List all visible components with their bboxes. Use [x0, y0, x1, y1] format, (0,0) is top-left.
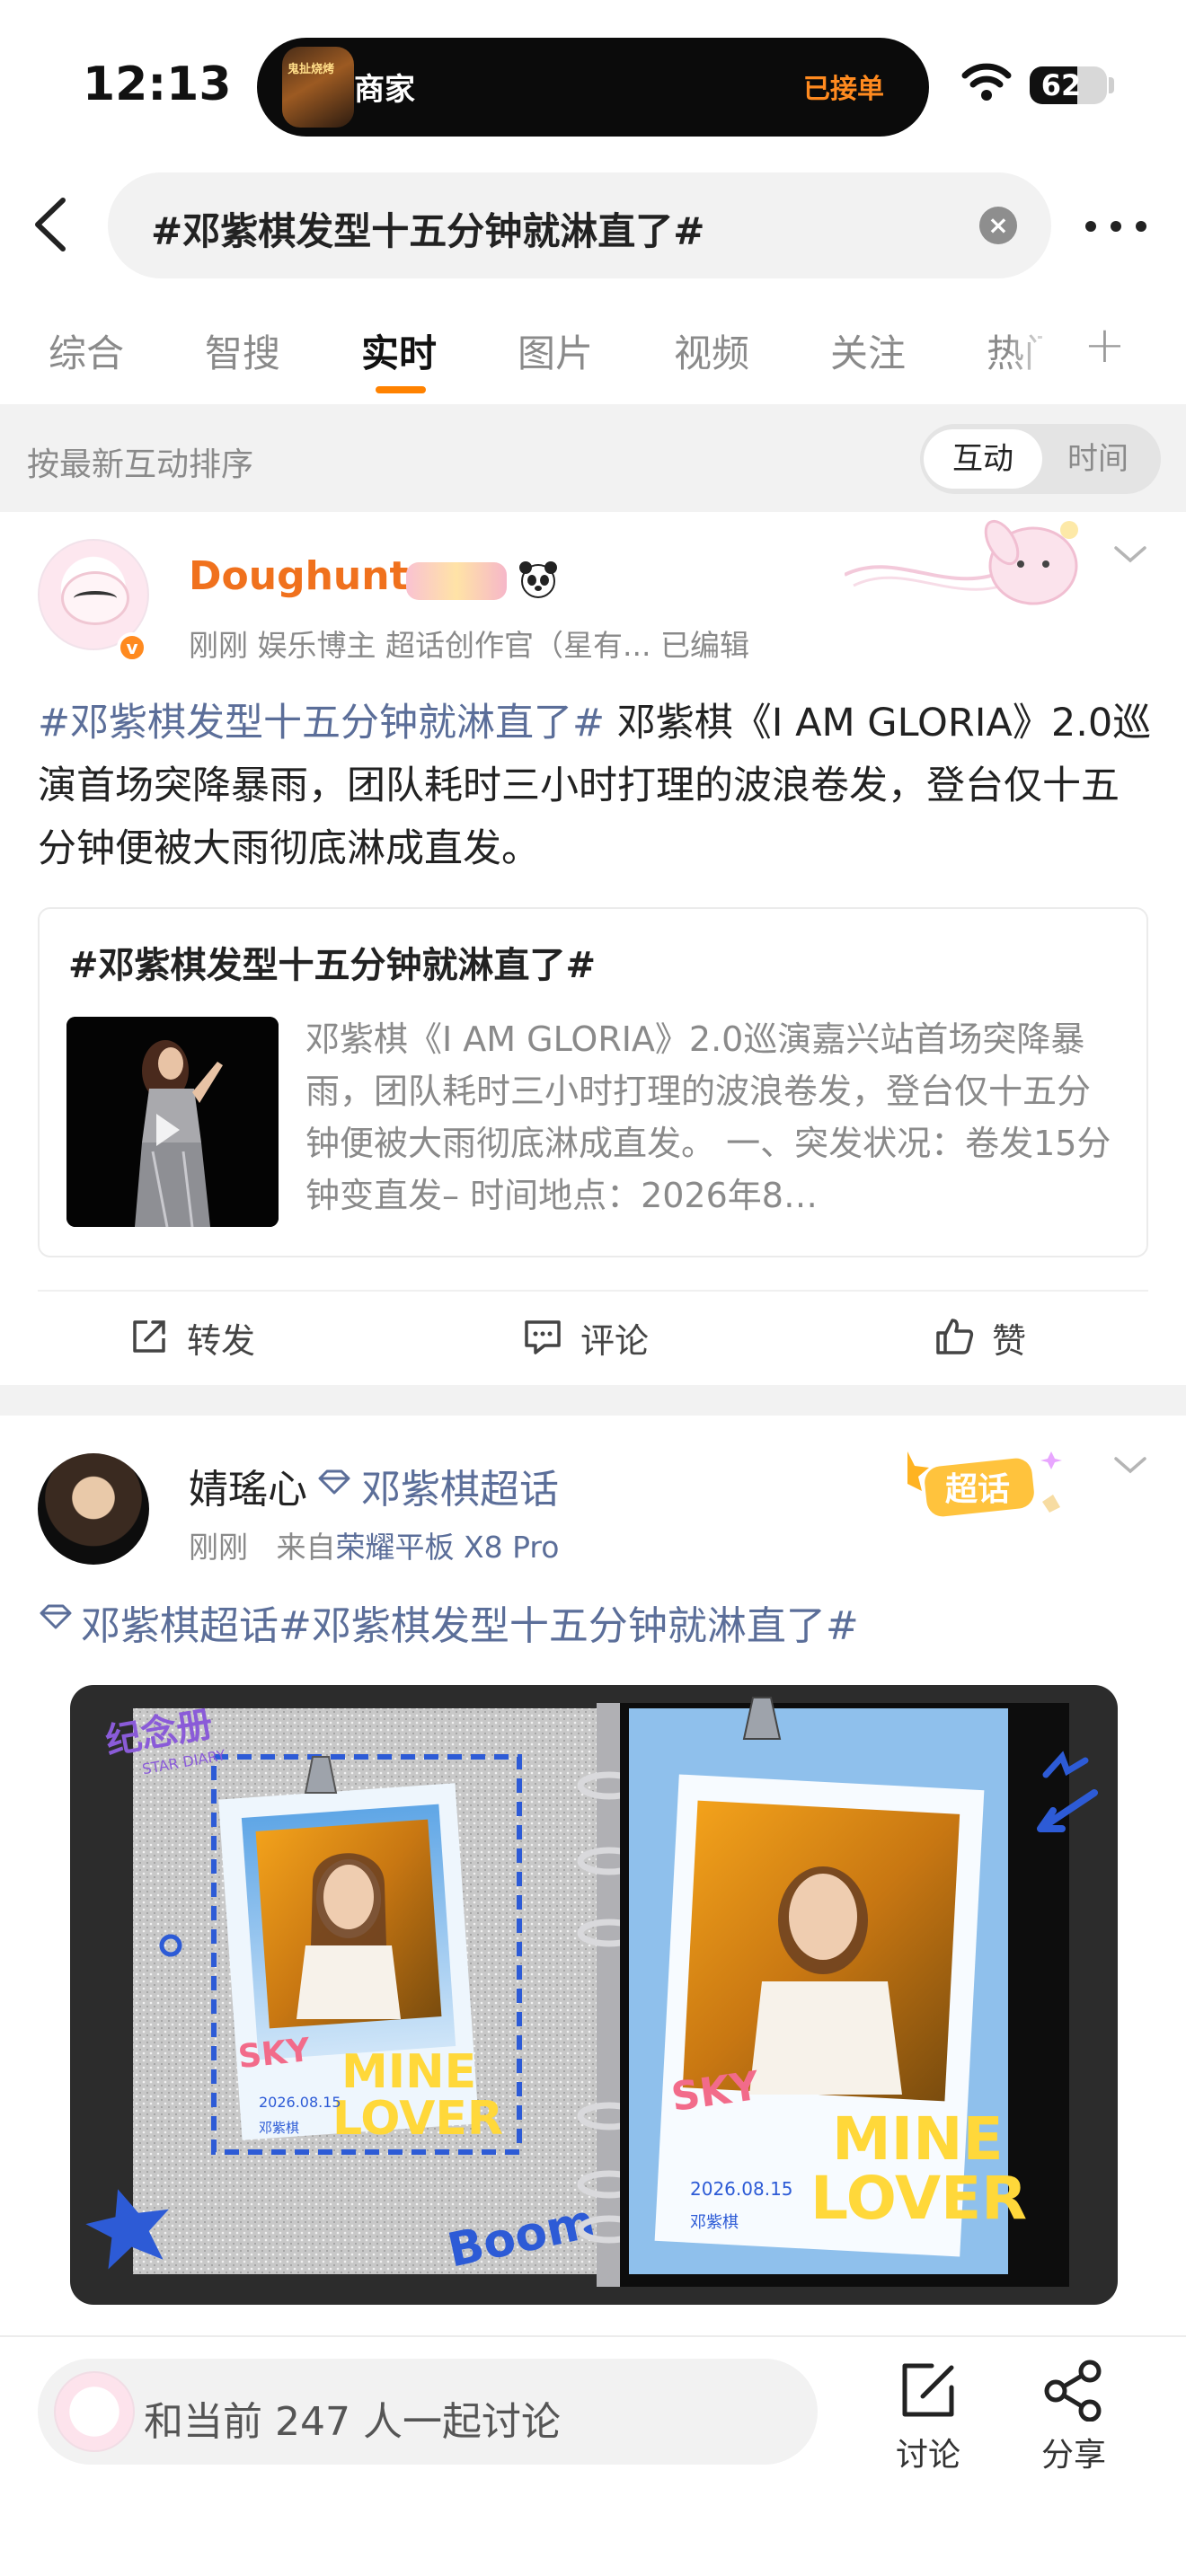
supertopic-badge-text: 超话	[945, 1471, 1010, 1508]
post-meta: 刚刚 娱乐博主 超话创作官（星有... 已编辑	[189, 628, 749, 663]
supertopic-badge-icon: 超话	[907, 1451, 1062, 1517]
wifi-icon	[961, 63, 1012, 101]
island-order-status: 已接单	[803, 74, 884, 105]
battery-level: 62	[1040, 68, 1082, 102]
chevron-down-icon[interactable]	[1112, 544, 1148, 566]
search-input[interactable]: #邓紫棋发型十五分钟就淋直了# ×	[108, 172, 1051, 278]
battery-icon: 62	[1030, 66, 1107, 104]
sort-option-time[interactable]: 时间	[1039, 429, 1157, 489]
comment-label: 评论	[580, 1321, 650, 1361]
like-label: 赞	[992, 1321, 1027, 1361]
post-time: 刚刚	[189, 1530, 248, 1565]
source-prefix: 来自	[276, 1530, 336, 1565]
feed-divider	[0, 1385, 1186, 1416]
tab-realtime[interactable]: 实时	[361, 323, 437, 378]
sort-option-interaction[interactable]: 互动	[924, 429, 1042, 489]
sort-label: 按最新互动排序	[27, 446, 254, 483]
more-options-icon[interactable]	[1085, 208, 1148, 244]
share-icon	[1044, 2360, 1102, 2422]
status-bar: 12:13 鬼扯烧烤 商家 已接单 62	[0, 0, 1186, 162]
supertopic-diamond-icon	[40, 1604, 72, 1629]
thumbs-up-icon	[936, 1319, 974, 1354]
album-lover-text-right: LOVER	[810, 2164, 1027, 2233]
author-name[interactable]: 婧瑤心	[189, 1457, 307, 1514]
discuss-button-label: 讨论	[895, 2437, 960, 2474]
battery-tip	[1109, 77, 1114, 93]
sort-toggle: 互动 时间	[920, 424, 1161, 494]
verified-badge-icon: v	[117, 632, 147, 663]
share-button-label: 分享	[1040, 2437, 1106, 2474]
post-text: #邓紫棋发型十五分钟就淋直了# 邓紫棋《I AM GLORIA》2.0巡演首场突…	[38, 692, 1152, 880]
avatar[interactable]	[38, 1453, 149, 1565]
back-arrow-icon[interactable]	[25, 193, 79, 256]
discuss-prompt: 和当前 247 人一起讨论	[144, 2399, 561, 2445]
active-tab-indicator	[376, 386, 426, 393]
supertopic-link[interactable]: 邓紫棋超话	[361, 1457, 559, 1514]
tab-videos[interactable]: 视频	[674, 323, 749, 378]
island-app-label: 商家	[354, 72, 415, 108]
compose-icon	[902, 2363, 954, 2417]
add-tab-icon[interactable]: +	[1084, 316, 1126, 375]
share-button[interactable]: 分享	[1024, 2359, 1123, 2475]
avatar-glasses	[74, 591, 117, 605]
tab-images[interactable]: 图片	[518, 323, 593, 378]
tabs-fade	[1006, 323, 1060, 377]
post-meta: 刚刚 来自荣耀平板 X8 Pro	[189, 1523, 559, 1566]
tab-following[interactable]: 关注	[830, 323, 906, 378]
merchant-thumbnail: 鬼扯烧烤	[282, 47, 354, 128]
album-caption-right: 邓紫棋	[690, 2213, 739, 2232]
post-card[interactable]: 婧瑤心 邓紫棋超话 刚刚 来自荣耀平板 X8 Pro 超话 邓紫棋超话#邓紫棋发…	[0, 1416, 1186, 2335]
hashtag-link[interactable]: 邓紫棋超话#邓紫棋发型十五分钟就淋直了#	[81, 1593, 859, 1651]
merchant-thumbnail-text: 鬼扯烧烤	[288, 63, 335, 76]
tab-smart-search[interactable]: 智搜	[205, 323, 280, 378]
repost-label: 转发	[187, 1321, 256, 1361]
post-card[interactable]: v Doughunt- 刚刚 娱乐博主 超话创作官（星有... 已编辑 #邓紫棋…	[0, 512, 1186, 1383]
repost-icon	[133, 1320, 165, 1353]
dynamic-island-order-notification[interactable]: 鬼扯烧烤 商家 已接单	[257, 38, 929, 137]
sort-bar: 按最新互动排序 互动 时间	[0, 404, 1186, 512]
topic-card-summary: 邓紫棋《I AM GLORIA》2.0巡演嘉兴站首场突降暴雨，团队耗时三小时打理…	[305, 1019, 1111, 1215]
hashtag-link[interactable]: #邓紫棋发型十五分钟就淋直了#	[38, 701, 605, 745]
source-device[interactable]: 荣耀平板 X8 Pro	[335, 1530, 559, 1565]
album-mine-text: MINE	[341, 2045, 476, 2099]
discuss-input[interactable]: 和当前 247 人一起讨论	[38, 2359, 818, 2465]
singer-photo	[66, 1017, 279, 1227]
post-image-scrapbook[interactable]: SKY MINE LOVER 2026.08.15 邓紫棋 纪念册 STAR D…	[70, 1685, 1118, 2305]
fan-badge-icon	[406, 562, 507, 600]
album-date-right: 2026.08.15	[690, 2178, 793, 2200]
album-caption-left: 邓紫棋	[259, 2120, 299, 2136]
panda-emoji-icon	[519, 561, 557, 598]
discuss-button[interactable]: 讨论	[879, 2359, 978, 2475]
bottom-bar: 和当前 247 人一起讨论 讨论 分享	[0, 2335, 1186, 2576]
search-query[interactable]: #邓紫棋发型十五分钟就淋直了#	[151, 201, 704, 256]
author-name[interactable]: Doughunt-	[189, 553, 425, 599]
clear-search-icon[interactable]: ×	[979, 207, 1017, 244]
topic-card-thumbnail[interactable]	[66, 1017, 279, 1227]
post-actions: 转发 评论 赞	[38, 1290, 1148, 1383]
card-decoration-icon	[845, 519, 1078, 605]
album-date-left: 2026.08.15	[259, 2094, 341, 2111]
topic-card[interactable]: #邓紫棋发型十五分钟就淋直了# 邓紫棋《I AM GLORIA》2.0巡演嘉兴站…	[38, 907, 1148, 1257]
chevron-down-icon[interactable]	[1112, 1455, 1148, 1477]
search-tabs: 综合 智搜 实时 图片 视频 关注 热门 +	[0, 305, 1186, 404]
album-lover-text: LOVER	[332, 2092, 503, 2146]
album-sky-text: SKY	[236, 2032, 313, 2076]
clock: 12:13	[83, 57, 232, 111]
avatar	[54, 2371, 135, 2452]
tab-comprehensive[interactable]: 综合	[49, 323, 124, 378]
topic-card-title: #邓紫棋发型十五分钟就淋直了#	[68, 945, 597, 986]
comment-icon	[525, 1320, 561, 1354]
supertopic-diamond-icon	[318, 1469, 350, 1495]
